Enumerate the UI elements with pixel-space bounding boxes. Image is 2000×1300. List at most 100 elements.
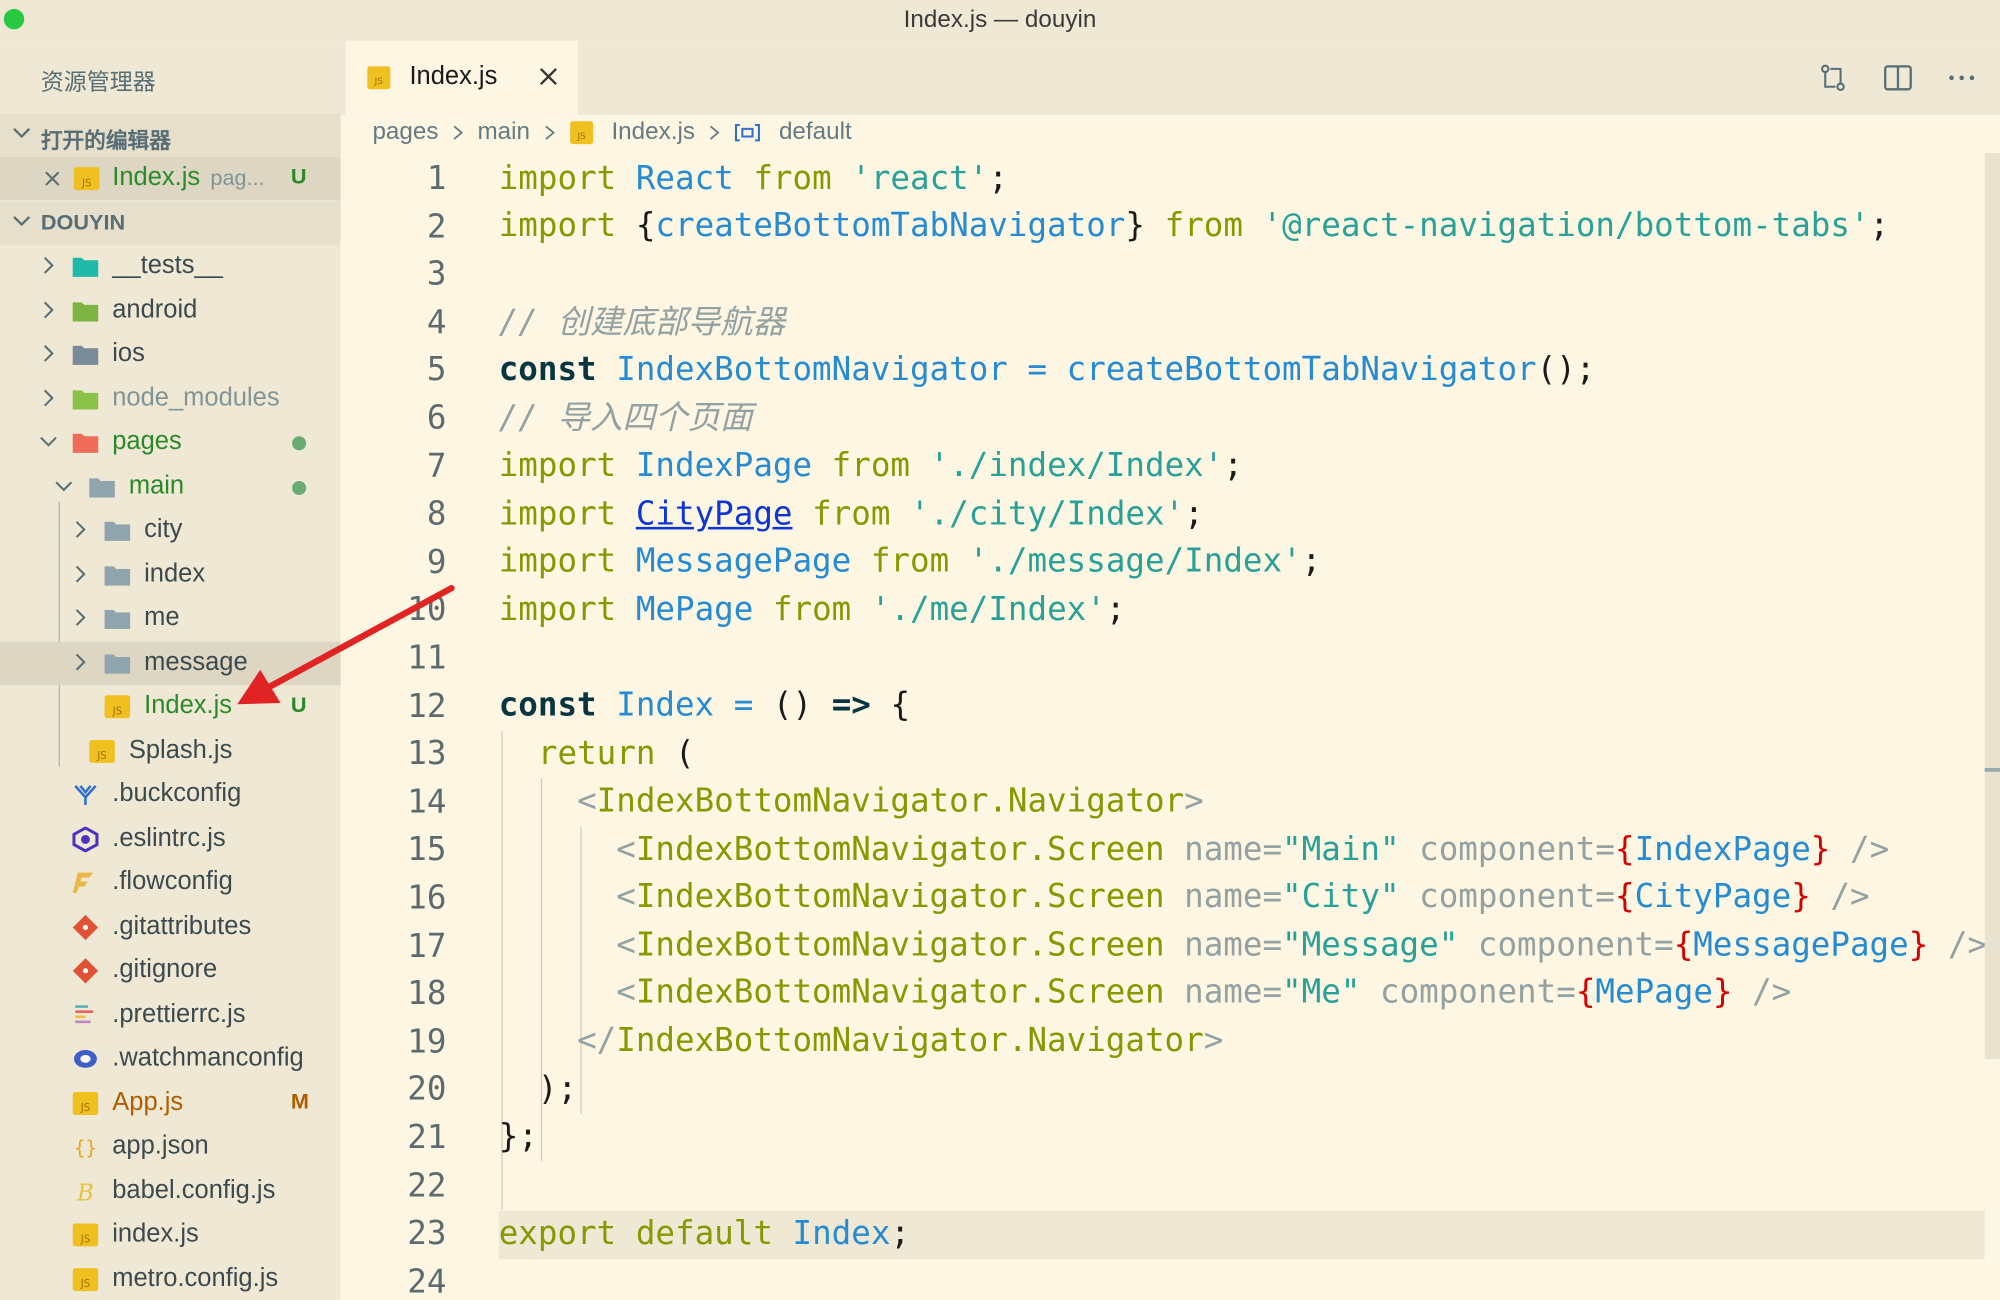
tree-item-label: babel.config.js (112, 1176, 276, 1205)
code-line-8: import CityPage from './city/Index'; (498, 494, 1204, 534)
code-line-15: <IndexBottomNavigator.Screen name="Main"… (616, 830, 1890, 869)
breadcrumb-pages[interactable]: pages (372, 119, 438, 146)
chevron-right-icon (75, 609, 86, 626)
chevron-down-icon (13, 216, 31, 227)
tree-file-prettierrc[interactable]: .prettierrc.js (0, 994, 341, 1037)
tree-folder-pages[interactable]: pages (0, 421, 341, 464)
tree-folder-main[interactable]: main (0, 466, 341, 509)
tree-item-label: App.js (112, 1088, 184, 1117)
line-number: 23 (407, 1214, 447, 1254)
folder-icon (104, 609, 131, 629)
tree-file-splash[interactable]: JS Splash.js (0, 730, 341, 773)
hyperlinked-symbol[interactable]: CityPage (636, 495, 793, 533)
flow-icon (72, 872, 94, 894)
git-icon (72, 958, 99, 984)
folder-icon (104, 521, 131, 541)
tree-item-label: android (112, 295, 198, 325)
open-editors-header[interactable]: 打开的编辑器 (0, 113, 341, 157)
explorer-title: 资源管理器 (40, 68, 156, 95)
chevron-down-icon (13, 128, 31, 139)
js-file-icon: JS (72, 1223, 99, 1247)
code-line-4: // 创建底部导航器 (498, 303, 786, 342)
line-number: 17 (407, 926, 447, 966)
tree-item-label: app.json (112, 1131, 209, 1160)
breadcrumb-file[interactable]: Index.js (611, 119, 695, 146)
editor-scrollbar[interactable] (1984, 153, 2000, 1059)
js-file-icon: JS (89, 739, 115, 763)
chevron-right-icon (545, 125, 555, 140)
folder-icon (104, 654, 131, 674)
buck-icon (74, 785, 97, 806)
line-number: 16 (407, 878, 447, 918)
compare-changes-icon[interactable] (1816, 61, 1849, 94)
code-line-2: import {createBottomTabNavigator} from '… (498, 206, 1890, 245)
open-editor-path: pag... (210, 165, 265, 191)
editor-tab-bar: JS Index.js (340, 40, 2000, 115)
tree-folder-ios[interactable]: ios (0, 333, 341, 376)
tree-file-gitattributes[interactable]: .gitattributes (0, 906, 341, 949)
tree-folder-node-modules[interactable]: node_modules (0, 378, 341, 421)
tree-item-label: me (144, 603, 180, 632)
tree-folder-android[interactable]: android (0, 290, 341, 333)
prettier-icon (75, 1005, 94, 1024)
tree-folder-city[interactable]: city (0, 509, 341, 552)
line-number: 8 (426, 495, 447, 534)
project-header[interactable]: DOUYIN (0, 201, 341, 245)
tree-item-label: .flowconfig (112, 867, 233, 896)
tree-file-app-js[interactable]: JS App.js M (0, 1082, 341, 1125)
babel-icon: B (76, 1180, 94, 1204)
code-editor[interactable]: 1 2 3 4 5 6 7 8 9 10 11 12 13 14 15 16 17 18 19 20 21 22 23 24 … (341, 153, 2000, 1300)
tree-file-index-js-root[interactable]: JS index.js (0, 1213, 341, 1256)
code-line-10: import MePage from './me/Index'; (498, 590, 1126, 629)
svg-text:JS: JS (80, 1103, 90, 1114)
editor-window: Index.js — douyin 资源管理器 打开的编辑器 JS Index.… (0, 0, 2000, 1300)
more-actions-icon[interactable] (1945, 61, 1978, 94)
chevron-down-icon (55, 481, 73, 492)
tree-file-eslintrc[interactable]: .eslintrc.js (0, 818, 341, 861)
line-number: 19 (407, 1022, 447, 1062)
tree-file-metro-config[interactable]: JS metro.config.js (0, 1258, 341, 1300)
breadcrumb-symbol[interactable]: default (779, 119, 852, 146)
tree-file-gitignore[interactable]: .gitignore (0, 949, 341, 992)
tab-index-js[interactable]: JS Index.js (345, 40, 578, 115)
code-line-18: <IndexBottomNavigator.Screen name="Me" c… (616, 973, 1792, 1012)
tree-file-app-json[interactable]: {} app.json (0, 1125, 341, 1168)
json-icon: {} (74, 1137, 97, 1160)
line-number: 18 (407, 974, 447, 1014)
code-line-16: <IndexBottomNavigator.Screen name="City"… (616, 877, 1870, 916)
chevron-right-icon (43, 345, 54, 362)
chevron-right-icon (75, 653, 86, 671)
js-file-icon: JS (73, 167, 100, 191)
close-icon[interactable] (43, 170, 61, 188)
tab-label: Index.js (409, 62, 498, 91)
watchman-icon (73, 1049, 97, 1068)
chevron-right-icon (453, 125, 464, 140)
tree-item-label: .prettierrc.js (112, 1000, 246, 1029)
symbol-variable-icon (735, 124, 761, 142)
chevron-right-icon (75, 521, 86, 538)
tree-folder-tests[interactable]: __tests__ (0, 245, 341, 288)
tree-file-flowconfig[interactable]: .flowconfig (0, 861, 341, 904)
tree-item-label: Splash.js (128, 736, 233, 765)
close-icon[interactable] (537, 65, 560, 88)
tree-file-watchmanconfig[interactable]: .watchmanconfig (0, 1037, 341, 1080)
svg-text:JS: JS (96, 751, 106, 762)
split-editor-icon[interactable] (1881, 61, 1914, 94)
ios-folder-icon (72, 345, 99, 365)
untracked-badge: U (290, 164, 307, 189)
line-number: 6 (426, 399, 447, 438)
tree-file-buckconfig[interactable]: .buckconfig (0, 773, 341, 816)
pages-folder-icon (72, 433, 99, 453)
open-editor-item[interactable]: JS Index.js pag... U (0, 156, 341, 201)
breadcrumb-main[interactable]: main (477, 119, 530, 146)
js-file-icon: JS (72, 1268, 99, 1292)
open-editor-filename: Index.js (112, 163, 201, 192)
line-number: 15 (407, 831, 447, 870)
svg-text:JS: JS (577, 132, 587, 142)
code-line-7: import IndexPage from './index/Index'; (498, 446, 1243, 485)
svg-text:B: B (76, 1180, 94, 1204)
tree-file-babel-config[interactable]: B babel.config.js (0, 1170, 341, 1213)
git-icon (72, 914, 99, 941)
chevron-right-icon (43, 301, 54, 319)
tree-item-label: .eslintrc.js (112, 824, 226, 853)
